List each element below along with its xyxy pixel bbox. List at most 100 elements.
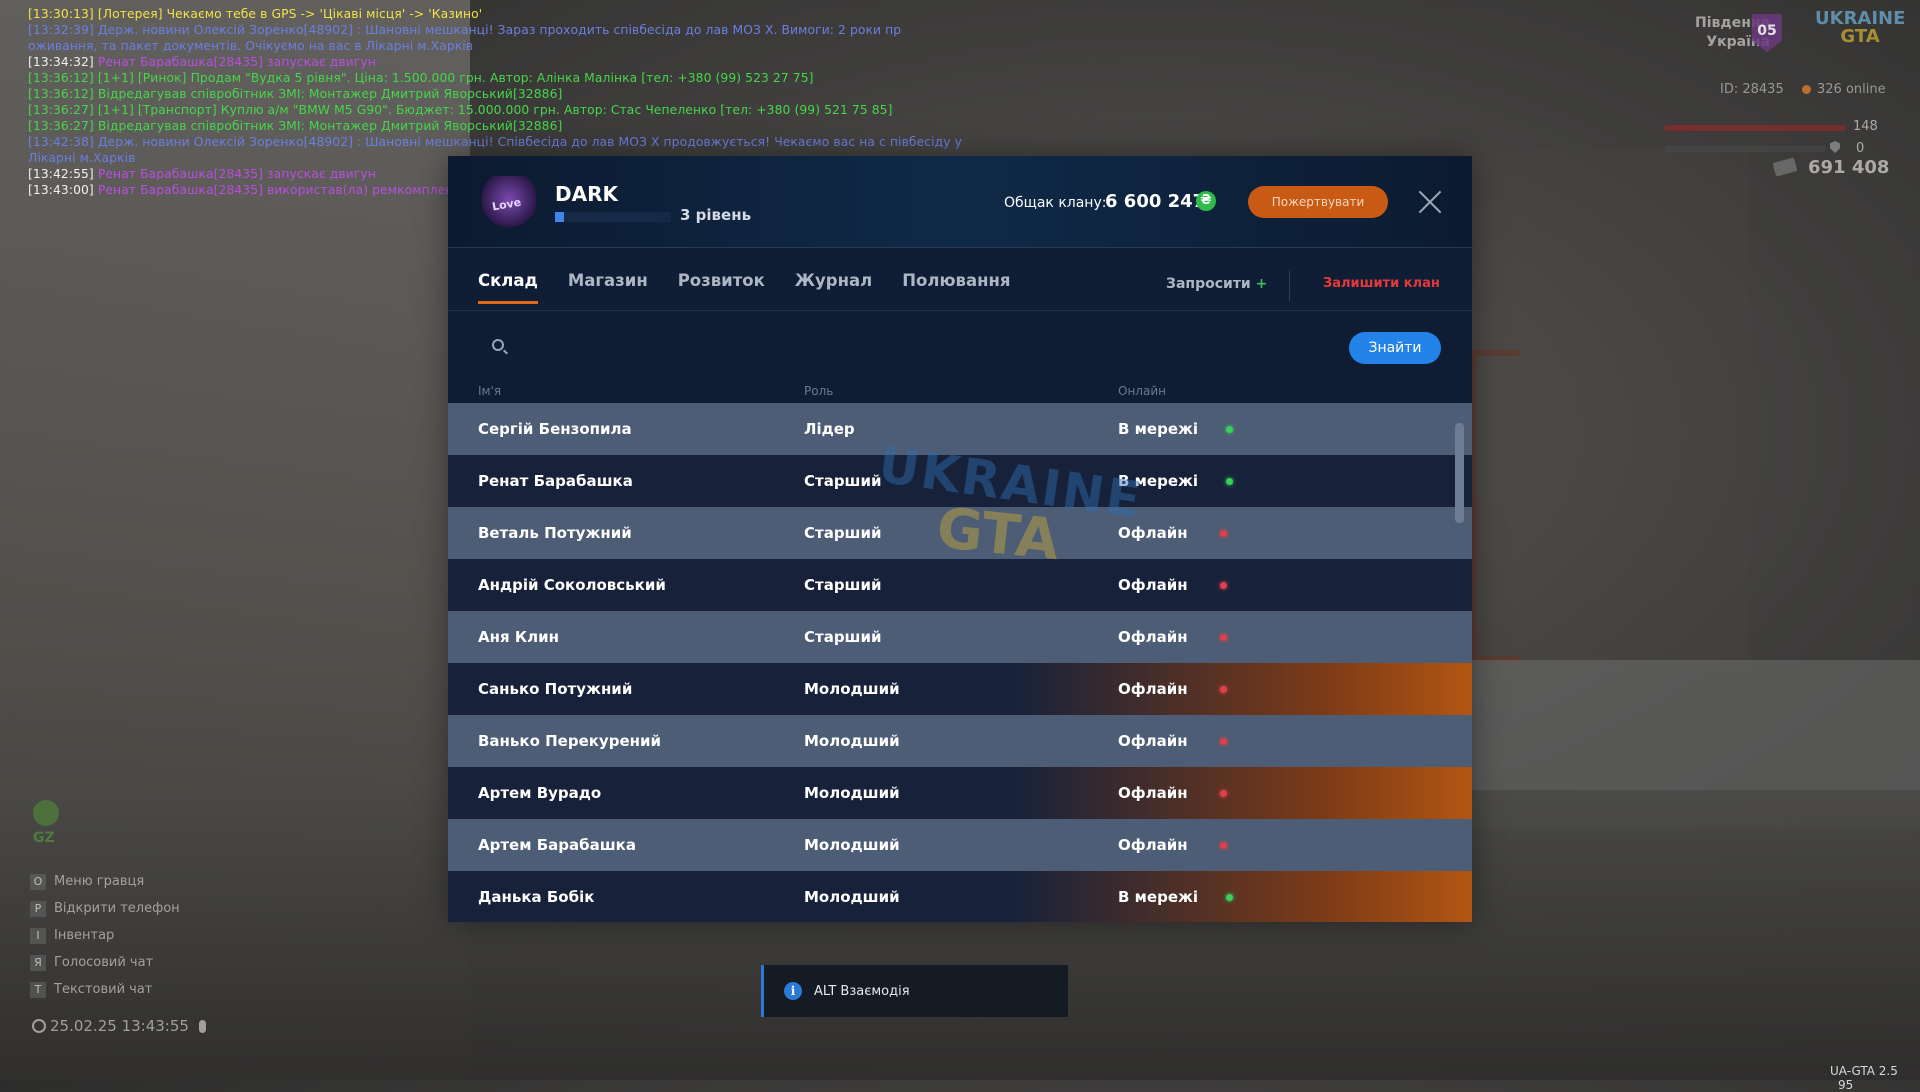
find-button[interactable]: Знайти <box>1349 332 1441 364</box>
member-row[interactable]: Веталь Потужний Старший Офлайн <box>448 507 1472 559</box>
close-icon[interactable] <box>1418 190 1442 214</box>
member-role: Молодший <box>804 784 900 802</box>
member-name: Сергій Бензопила <box>478 420 632 438</box>
members-table: Сергій Бензопила Лідер В мережі Ренат Бараб… <box>448 403 1472 922</box>
member-name: Данька Бобік <box>478 888 595 906</box>
offline-dot-icon <box>1220 529 1227 537</box>
chat-text: [13:30:13] [Лотерея] Чекаємо тебе в GPS … <box>28 7 483 21</box>
chat-line: [13:36:27] Відредагував співробітник ЗМІ… <box>28 118 968 134</box>
leave-clan-button[interactable]: Залишити клан <box>1323 276 1440 291</box>
offline-dot-icon <box>1220 737 1227 745</box>
member-row[interactable]: Данька Бобік Молодший В мережі <box>448 871 1472 922</box>
keybind-item: I Інвентар <box>30 922 180 949</box>
member-status: Офлайн <box>1118 680 1188 698</box>
offline-dot-icon <box>1220 841 1227 849</box>
version-label: UA-GTA 2.5 95 <box>1830 1064 1920 1092</box>
clan-level: 3 рівень <box>680 206 752 224</box>
game-logo-line-2: GTA <box>1840 26 1880 47</box>
tab-1[interactable]: Магазин <box>568 271 648 304</box>
clan-bank-label: Общак клану: <box>1004 195 1107 211</box>
column-header-online: Онлайн <box>1118 384 1166 398</box>
clan-header: Love DARK 3 рівень Общак клану: 6 600 24… <box>448 156 1472 248</box>
online-dot-icon <box>1226 477 1233 485</box>
shield-icon <box>1830 141 1840 153</box>
tabs-divider <box>448 310 1472 311</box>
member-status: Офлайн <box>1118 836 1188 854</box>
member-row[interactable]: Ванько Перекурений Молодший Офлайн <box>448 715 1472 767</box>
member-name: Санько Потужний <box>478 680 633 698</box>
member-name: Андрій Соколовський <box>478 576 666 594</box>
tab-4[interactable]: Полювання <box>902 271 1010 304</box>
keybind-item: T Текстовий чат <box>30 976 180 1003</box>
member-status: Офлайн <box>1118 732 1188 750</box>
tab-0[interactable]: Склад <box>478 271 538 304</box>
online-dot-icon <box>1226 893 1233 901</box>
keybind-key: Я <box>30 954 46 971</box>
member-row[interactable]: Аня Клин Старший Офлайн <box>448 611 1472 663</box>
level-progress-bar <box>555 212 671 222</box>
chat-line: [13:36:27] [1+1] [Транспорт] Куплю а/м "… <box>28 102 968 118</box>
version-extra: 95 <box>1838 1078 1854 1092</box>
member-row[interactable]: Артем Барабашка Молодший Офлайн <box>448 819 1472 871</box>
clan-logo: Love <box>482 176 536 228</box>
greenzone-label: GZ <box>33 830 55 846</box>
armor-bar <box>1665 146 1825 152</box>
donate-button[interactable]: Пожертвувати <box>1248 186 1388 218</box>
microphone-icon <box>198 1019 206 1033</box>
member-name: Ренат Барабашка <box>478 472 633 490</box>
member-row[interactable]: Сергій Бензопила Лідер В мережі <box>448 403 1472 455</box>
chat-line: [13:34:32] Ренат Барабашка[28435] запуск… <box>28 54 968 70</box>
online-count: 326 online <box>1802 82 1886 97</box>
member-role: Старший <box>804 628 882 646</box>
member-status: В мережі <box>1118 420 1199 438</box>
tab-2[interactable]: Розвиток <box>678 271 765 304</box>
invite-button[interactable]: Запросити + <box>1166 276 1267 292</box>
keybind-key: O <box>30 873 46 890</box>
member-row[interactable]: Ренат Барабашка Старший В мережі <box>448 455 1472 507</box>
tab-3[interactable]: Журнал <box>795 271 872 304</box>
game-logo: UKRAINE GTA <box>1815 10 1905 56</box>
online-dot-icon <box>1226 425 1233 433</box>
member-status: В мережі <box>1118 472 1199 490</box>
info-icon: i <box>784 982 802 1000</box>
clan-name: DARK <box>555 182 618 206</box>
column-header-role: Роль <box>804 384 834 398</box>
keybind-label: Голосовий чат <box>54 955 154 970</box>
keybind-label: Меню гравця <box>54 874 145 889</box>
money-value: 691 408 <box>1808 157 1890 178</box>
member-status: Офлайн <box>1118 576 1188 594</box>
scrollbar[interactable] <box>1455 423 1464 523</box>
keybind-key: T <box>30 981 46 998</box>
member-name: Ванько Перекурений <box>478 732 662 750</box>
member-row[interactable]: Артем Вурадо Молодший Офлайн <box>448 767 1472 819</box>
chat-text: [13:36:12] [1+1] [Ринок] Продам "Вудка 5… <box>28 71 814 85</box>
version-text: UA-GTA 2.5 <box>1830 1064 1898 1078</box>
armor-value: 0 <box>1856 141 1865 156</box>
hint-text: ALT Взаємодія <box>814 983 910 999</box>
keybind-item: Я Голосовий чат <box>30 949 180 976</box>
money-icon <box>1772 157 1798 177</box>
offline-dot-icon <box>1220 685 1227 693</box>
search-input[interactable] <box>516 332 1120 360</box>
chat-text: [13:36:12] Відредагував співробітник ЗМІ… <box>28 87 563 101</box>
divider <box>1289 271 1290 301</box>
member-name: Аня Клин <box>478 628 559 646</box>
datetime: 25.02.25 13:43:55 <box>32 1017 206 1035</box>
chat-text: Ренат Барабашка[28435] використав(ла) ре… <box>97 183 461 197</box>
keybind-item: P Відкрити телефон <box>30 895 180 922</box>
member-row[interactable]: Санько Потужний Молодший Офлайн <box>448 663 1472 715</box>
chat-time: [13:42:55] <box>28 167 98 181</box>
member-status: Офлайн <box>1118 524 1188 542</box>
greenzone-icon <box>33 800 59 826</box>
keybind-label: Відкрити телефон <box>54 901 180 916</box>
clock-icon <box>32 1019 46 1033</box>
keybind-key: P <box>30 900 46 917</box>
chat-text: Ренат Барабашка[28435] запускає двигун <box>97 167 376 181</box>
chat-time: [13:43:00] <box>28 183 98 197</box>
clan-window: Love DARK 3 рівень Общак клану: 6 600 24… <box>448 156 1472 922</box>
member-name: Артем Вурадо <box>478 784 602 802</box>
member-row[interactable]: Андрій Соколовський Старший Офлайн <box>448 559 1472 611</box>
member-role: Старший <box>804 472 882 490</box>
invite-label: Запросити <box>1166 276 1251 292</box>
offline-dot-icon <box>1220 789 1227 797</box>
